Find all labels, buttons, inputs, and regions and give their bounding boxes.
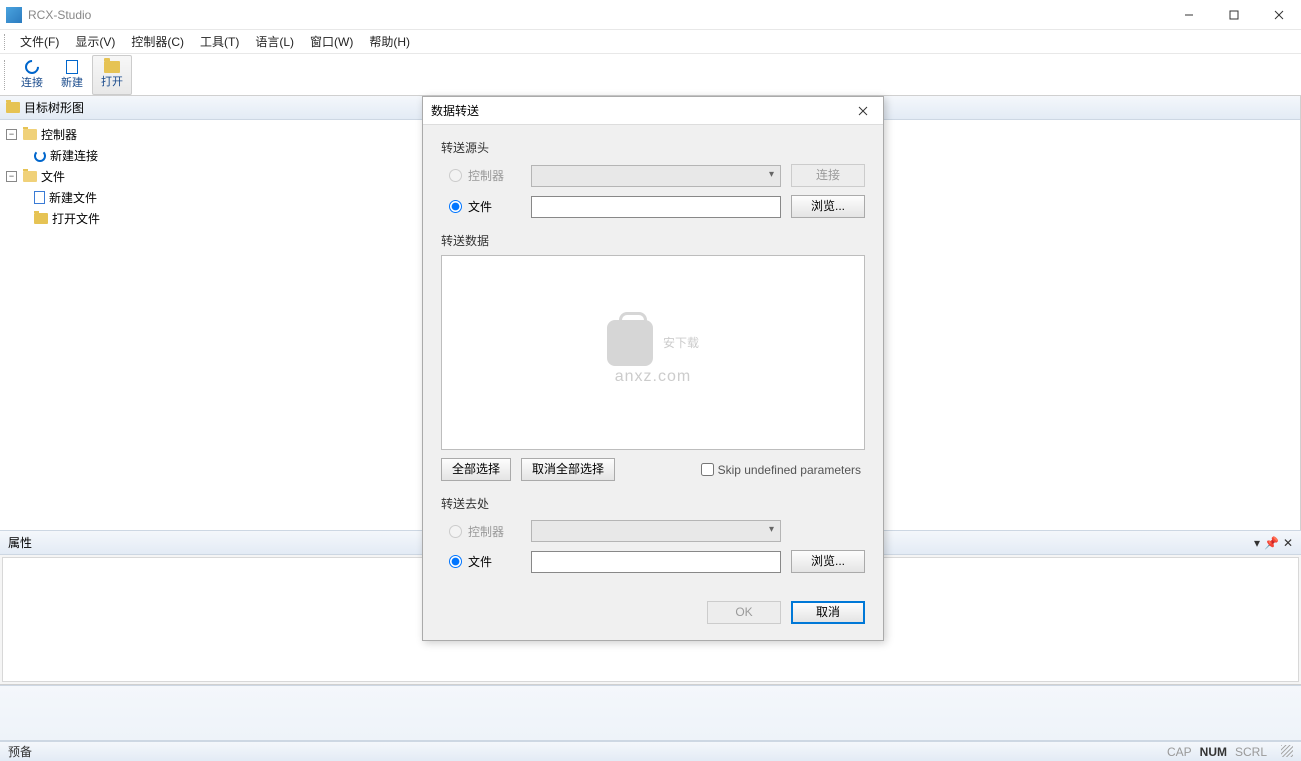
resize-grip-icon[interactable]: [1281, 745, 1293, 757]
source-radio-controller-input[interactable]: [449, 169, 462, 182]
menu-tool[interactable]: 工具(T): [192, 31, 247, 52]
skip-undefined-checkbox[interactable]: Skip undefined parameters: [701, 463, 861, 477]
toolbar-open-button[interactable]: 打开: [92, 55, 132, 95]
toolbar-open-label: 打开: [101, 73, 123, 89]
file-icon: [34, 191, 45, 204]
source-group: 转送源头 控制器 连接 文件 浏览...: [441, 139, 865, 218]
menu-file[interactable]: 文件(F): [12, 31, 67, 52]
dialog-title: 数据转送: [431, 102, 479, 119]
toolbar-new-button[interactable]: 新建: [52, 55, 92, 95]
tree-label: 打开文件: [52, 210, 100, 227]
minimize-button[interactable]: [1166, 0, 1211, 30]
toolbar-connect-button[interactable]: 连接: [12, 55, 52, 95]
panel-close-icon[interactable]: ✕: [1283, 536, 1293, 550]
properties-title: 属性: [8, 534, 32, 551]
data-group-label: 转送数据: [441, 232, 865, 249]
dest-file-input[interactable]: [531, 551, 781, 573]
maximize-button[interactable]: [1211, 0, 1256, 30]
tree-label: 文件: [41, 168, 65, 185]
panel-pin-icon[interactable]: 📌: [1264, 536, 1279, 550]
source-controller-combo[interactable]: [531, 165, 781, 187]
menu-language[interactable]: 语言(L): [247, 31, 302, 52]
source-group-label: 转送源头: [441, 139, 865, 156]
dialog-footer: OK 取消: [423, 593, 883, 640]
tree-toggle-icon[interactable]: −: [6, 171, 17, 182]
menu-help[interactable]: 帮助(H): [361, 31, 418, 52]
toolbar-connect-label: 连接: [21, 74, 43, 90]
menu-grip-icon: [4, 34, 8, 50]
folder-icon: [23, 129, 37, 140]
menu-bar: 文件(F) 显示(V) 控制器(C) 工具(T) 语言(L) 窗口(W) 帮助(…: [0, 30, 1301, 54]
source-radio-controller[interactable]: 控制器: [449, 167, 521, 184]
deselect-all-button[interactable]: 取消全部选择: [521, 458, 615, 481]
tree-title: 目标树形图: [24, 99, 84, 116]
source-browse-button[interactable]: 浏览...: [791, 195, 865, 218]
source-file-input[interactable]: [531, 196, 781, 218]
app-icon: [6, 7, 22, 23]
dest-group: 转送去处 控制器 文件 浏览...: [441, 495, 865, 573]
dest-radio-controller-input[interactable]: [449, 525, 462, 538]
dialog-titlebar[interactable]: 数据转送: [423, 97, 883, 125]
select-all-button[interactable]: 全部选择: [441, 458, 511, 481]
status-cap: CAP: [1167, 745, 1192, 759]
cancel-button[interactable]: 取消: [791, 601, 865, 624]
folder-icon: [6, 102, 20, 113]
data-transfer-dialog: 数据转送 转送源头 控制器 连接 文件 浏览...: [422, 96, 884, 641]
dest-radio-controller[interactable]: 控制器: [449, 523, 521, 540]
data-list-area[interactable]: 安下载 anxz.com: [441, 255, 865, 450]
menu-controller[interactable]: 控制器(C): [123, 31, 192, 52]
watermark: 安下载 anxz.com: [607, 320, 699, 386]
source-connect-button[interactable]: 连接: [791, 164, 865, 187]
panel-dropdown-icon[interactable]: ▾: [1254, 536, 1260, 550]
new-file-icon: [66, 60, 78, 74]
status-scrl: SCRL: [1235, 745, 1267, 759]
dest-radio-file[interactable]: 文件: [449, 553, 521, 570]
folder-icon: [23, 171, 37, 182]
ok-button[interactable]: OK: [707, 601, 781, 624]
toolbar-new-label: 新建: [61, 74, 83, 90]
tree-label: 新建文件: [49, 189, 97, 206]
close-button[interactable]: [1256, 0, 1301, 30]
app-title: RCX-Studio: [28, 8, 91, 22]
folder-icon: [34, 213, 48, 224]
menu-window[interactable]: 窗口(W): [302, 31, 361, 52]
dest-browse-button[interactable]: 浏览...: [791, 550, 865, 573]
source-radio-file[interactable]: 文件: [449, 198, 521, 215]
connect-icon: [34, 150, 46, 162]
status-num: NUM: [1200, 745, 1227, 759]
dest-radio-file-input[interactable]: [449, 555, 462, 568]
watermark-lock-icon: [607, 320, 653, 366]
tree-toggle-icon[interactable]: −: [6, 129, 17, 140]
toolbar: 连接 新建 打开: [0, 54, 1301, 96]
skip-undefined-checkbox-input[interactable]: [701, 463, 714, 476]
dialog-close-button[interactable]: [851, 101, 875, 121]
dest-group-label: 转送去处: [441, 495, 865, 512]
menu-view[interactable]: 显示(V): [67, 31, 123, 52]
status-bar: 预备 CAP NUM SCRL: [0, 741, 1301, 761]
tree-label: 控制器: [41, 126, 77, 143]
open-folder-icon: [104, 61, 120, 73]
toolbar-grip-icon: [4, 60, 8, 90]
status-ready: 预备: [8, 743, 32, 760]
tree-label: 新建连接: [50, 147, 98, 164]
output-panel: [0, 685, 1301, 741]
data-group: 转送数据 安下载 anxz.com 全部选择 取消全部选择 Skip u: [441, 232, 865, 481]
title-bar: RCX-Studio: [0, 0, 1301, 30]
dest-controller-combo[interactable]: [531, 520, 781, 542]
source-radio-file-input[interactable]: [449, 200, 462, 213]
